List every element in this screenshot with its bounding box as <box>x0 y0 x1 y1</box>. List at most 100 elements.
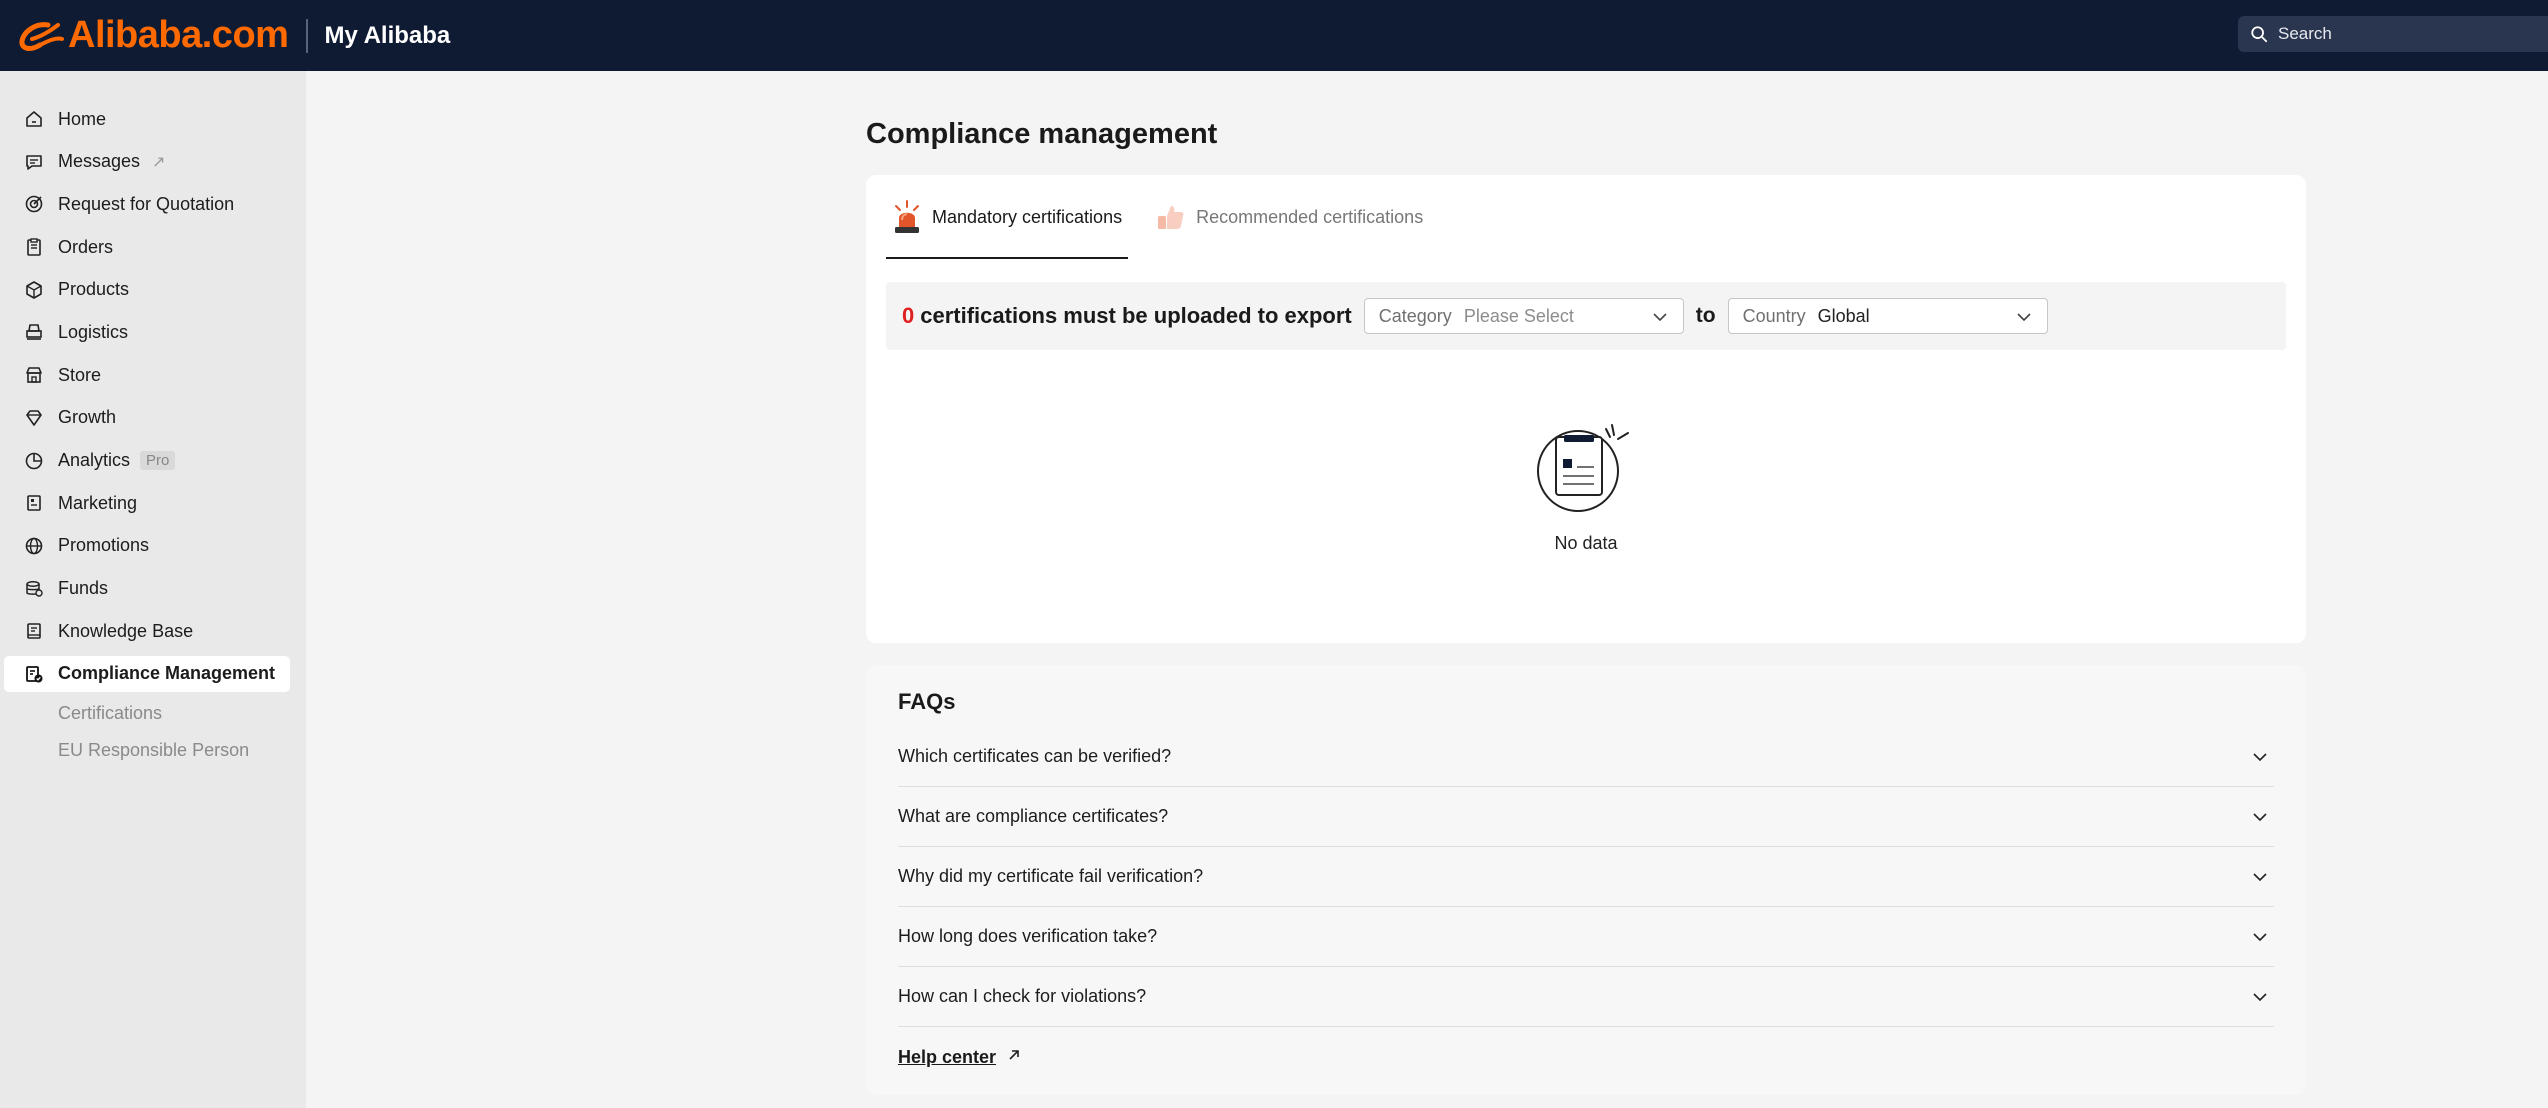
sidebar-item-products[interactable]: Products <box>4 272 290 308</box>
pro-badge: Pro <box>140 451 176 470</box>
globe-icon <box>24 536 44 556</box>
country-label: Country <box>1742 305 1806 326</box>
compliance-icon <box>24 664 44 684</box>
thumbs-up-icon <box>1158 206 1184 229</box>
truck-icon <box>24 322 44 342</box>
sidebar-item-label: Compliance Management <box>58 663 276 684</box>
sidebar-item-label: Messages <box>58 151 141 172</box>
sidebar: Home Messages ↗ Request for Quotation Or… <box>0 71 306 1108</box>
pie-chart-icon <box>24 451 44 471</box>
box-icon <box>24 280 44 300</box>
external-link-icon <box>1006 1047 1022 1068</box>
diamond-icon <box>24 408 44 428</box>
sidebar-item-label: Logistics <box>58 321 129 342</box>
sidebar-item-store[interactable]: Store <box>4 357 290 393</box>
sidebar-item-knowledge-base[interactable]: Knowledge Base <box>4 613 290 649</box>
tab-recommended-certifications[interactable]: Recommended certifications <box>1150 175 1429 259</box>
faq-question: How long does verification take? <box>898 926 1158 946</box>
alibaba-logo[interactable]: Alibaba.com <box>18 14 289 56</box>
sidebar-item-label: Request for Quotation <box>58 193 235 214</box>
search-icon <box>2251 26 2268 43</box>
category-value: Please Select <box>1463 305 1574 326</box>
to-text: to <box>1695 304 1716 327</box>
marketing-icon <box>24 493 44 513</box>
faq-list: Which certificates can be verified? What… <box>898 727 2274 1027</box>
category-select[interactable]: Category Please Select <box>1363 298 1684 334</box>
tab-mandatory-certifications[interactable]: Mandatory certifications <box>886 175 1129 259</box>
sidebar-item-label: Funds <box>58 578 109 599</box>
brand-title[interactable]: My Alibaba <box>324 22 450 50</box>
sidebar-item-promotions[interactable]: Promotions <box>4 528 290 564</box>
help-center-link[interactable]: Help center <box>898 1047 1022 1068</box>
country-select[interactable]: Country Global <box>1727 298 2048 334</box>
faq-card: FAQs Which certificates can be verified?… <box>866 665 2306 1095</box>
faq-item[interactable]: How can I check for violations? <box>898 967 2274 1027</box>
sidebar-item-growth[interactable]: Growth <box>4 400 290 436</box>
faq-item[interactable]: What are compliance certificates? <box>898 787 2274 847</box>
empty-state: No data <box>866 419 2306 554</box>
category-label: Category <box>1378 305 1452 326</box>
faq-question: Why did my certificate fail verification… <box>898 866 1204 886</box>
chevron-down-icon <box>2253 812 2267 821</box>
faq-item[interactable]: Why did my certificate fail verification… <box>898 847 2274 907</box>
sidebar-item-label: Knowledge Base <box>58 620 194 641</box>
sidebar-item-label: Promotions <box>58 535 150 556</box>
message-icon <box>24 152 44 172</box>
sidebar-subitem-certifications[interactable]: Certifications <box>0 699 306 729</box>
sidebar-item-label: Growth <box>58 407 117 428</box>
sidebar-item-orders[interactable]: Orders <box>4 229 290 265</box>
brand-divider <box>306 18 309 53</box>
chevron-down-icon <box>2253 872 2267 881</box>
sidebar-item-label: Marketing <box>58 492 138 513</box>
sidebar-item-compliance-management[interactable]: Compliance Management <box>4 655 290 692</box>
sidebar-item-funds[interactable]: Funds <box>4 571 290 607</box>
chevron-down-icon <box>2017 313 2031 322</box>
faq-item[interactable]: Which certificates can be verified? <box>898 727 2274 787</box>
chevron-down-icon <box>2253 932 2267 941</box>
clipboard-icon <box>24 237 44 257</box>
tab-label: Mandatory certifications <box>932 206 1123 227</box>
faq-question: Which certificates can be verified? <box>898 746 1172 766</box>
country-value: Global <box>1817 305 1870 326</box>
search-input[interactable] <box>2278 24 2538 44</box>
alibaba-logo-icon <box>19 21 64 51</box>
search-box[interactable] <box>2238 16 2548 52</box>
certification-count: 0 <box>902 303 915 328</box>
external-link-icon: ↗ <box>152 153 166 171</box>
target-icon <box>24 194 44 214</box>
faq-question: What are compliance certificates? <box>898 806 1169 826</box>
empty-state-text: No data <box>1554 533 1618 553</box>
store-icon <box>24 365 44 385</box>
filter-text: certifications must be uploaded to expor… <box>920 303 1352 328</box>
sidebar-item-analytics[interactable]: Analytics Pro <box>4 443 290 479</box>
sidebar-item-home[interactable]: Home <box>4 101 290 137</box>
chevron-down-icon <box>1653 313 1667 322</box>
sidebar-subitem-eu-responsible-person[interactable]: EU Responsible Person <box>0 736 306 766</box>
faq-title: FAQs <box>898 689 956 714</box>
home-icon <box>24 109 44 129</box>
sidebar-item-logistics[interactable]: Logistics <box>4 314 290 350</box>
page-title: Compliance management <box>866 118 1218 150</box>
tab-label: Recommended certifications <box>1196 206 1424 227</box>
help-center-label: Help center <box>898 1047 997 1067</box>
alarm-icon <box>895 200 919 233</box>
coins-icon <box>24 579 44 599</box>
certifications-card: Mandatory certifications Recommended cer… <box>866 175 2306 643</box>
sidebar-item-rfq[interactable]: Request for Quotation <box>4 186 290 222</box>
sidebar-item-label: Home <box>58 108 107 129</box>
sidebar-item-marketing[interactable]: Marketing <box>4 485 290 521</box>
filter-bar: 0 certifications must be uploaded to exp… <box>886 282 2286 350</box>
sidebar-item-label: Products <box>58 279 130 300</box>
logo-text: Alibaba.com <box>68 14 289 56</box>
chevron-down-icon <box>2253 992 2267 1001</box>
sidebar-item-messages[interactable]: Messages ↗ <box>4 144 290 180</box>
sidebar-item-label: Orders <box>58 236 114 257</box>
chevron-down-icon <box>2253 752 2267 761</box>
book-icon <box>24 621 44 641</box>
faq-item[interactable]: How long does verification take? <box>898 907 2274 967</box>
sidebar-item-label: Analytics <box>58 450 131 470</box>
empty-clipboard-icon <box>1537 424 1629 512</box>
top-bar: Alibaba.com My Alibaba <box>0 0 2548 71</box>
sidebar-item-label: Store <box>58 364 102 385</box>
faq-question: How can I check for violations? <box>898 986 1147 1006</box>
